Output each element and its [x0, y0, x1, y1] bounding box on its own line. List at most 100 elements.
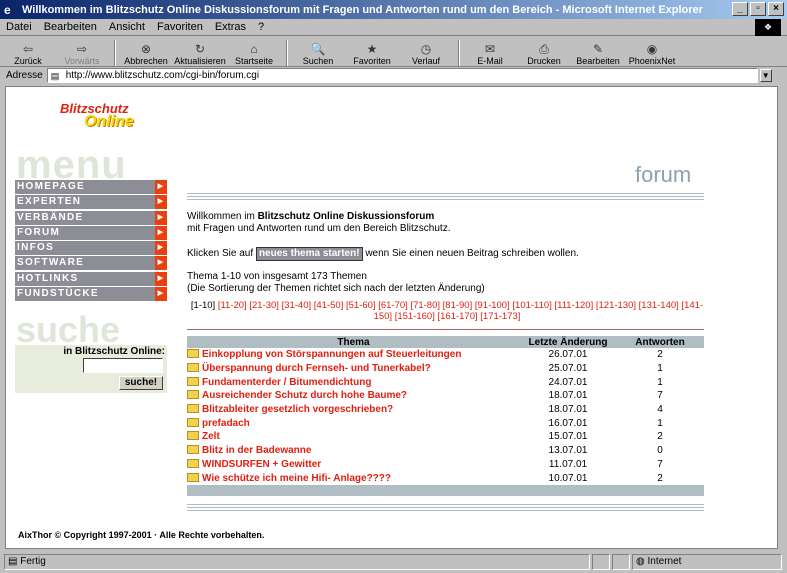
- topic-cell[interactable]: Einkopplung von Störspannungen auf Steue…: [187, 348, 520, 362]
- page-link[interactable]: [41-50]: [314, 300, 344, 311]
- page-link[interactable]: [61-70]: [378, 300, 408, 311]
- menu-help[interactable]: ?: [258, 21, 264, 33]
- toolbar-aktualisieren-button[interactable]: ↻ Aktualisieren: [174, 42, 226, 66]
- menu-favoriten[interactable]: Favoriten: [157, 21, 203, 33]
- toolbar-phoenixnet-button[interactable]: ◉ PhoenixNet: [628, 42, 676, 66]
- page-link[interactable]: [51-60]: [346, 300, 376, 311]
- topic-cell[interactable]: Blitzableiter gesetzlich vorgeschrieben?: [187, 403, 520, 417]
- table-footer: [187, 485, 704, 496]
- menu-ansicht[interactable]: Ansicht: [109, 21, 145, 33]
- nav-item-5[interactable]: SOFTWARE ▶: [15, 256, 167, 271]
- site-logo[interactable]: Blitzschutz Online: [54, 99, 164, 133]
- toolbar-e-mail-button[interactable]: ✉ E-Mail: [468, 42, 512, 66]
- status-zone-label: Internet: [647, 556, 682, 567]
- toolbar-bearbeiten-button[interactable]: ✎ Bearbeiten: [576, 42, 620, 66]
- click-pre: Klicken Sie auf: [187, 248, 254, 259]
- page-link[interactable]: [171-173]: [480, 311, 520, 322]
- arrow-right-icon: ▶: [155, 256, 167, 271]
- toolbar-vorw-rts-button[interactable]: ⇨ Vorwärts: [60, 42, 104, 66]
- toolbar-suchen-button[interactable]: 🔍 Suchen: [296, 42, 340, 66]
- topic-cell[interactable]: Überspannung durch Fernseh- und Tunerkab…: [187, 362, 520, 376]
- page-link[interactable]: [121-130]: [596, 300, 636, 311]
- toolbar-separator: [114, 40, 116, 66]
- nav-item-2[interactable]: VERBÄNDE ▶: [15, 210, 167, 225]
- topic-cell[interactable]: Wie schütze ich meine Hifi- Anlage????: [187, 471, 520, 485]
- topic-link[interactable]: Fundamenterder / Bitumendichtung: [202, 377, 371, 388]
- nav-item-1[interactable]: EXPERTEN ▶: [15, 195, 167, 210]
- topic-link[interactable]: Blitz in der Badewanne: [202, 445, 311, 456]
- date-cell: 24.07.01: [548, 376, 588, 388]
- date-cell: 26.07.01: [548, 349, 588, 361]
- toolbar-abbrechen-button[interactable]: ⊗ Abbrechen: [124, 42, 168, 66]
- answers-cell: 7: [657, 458, 663, 470]
- toolbar-verlauf-button[interactable]: ◷ Verlauf: [404, 42, 448, 66]
- nav-item-label: VERBÄNDE: [17, 211, 84, 223]
- page-link[interactable]: [81-90]: [443, 300, 473, 311]
- nav-item-0[interactable]: HOMEPAGE ▶: [15, 180, 167, 194]
- page-link[interactable]: [161-170]: [437, 311, 477, 322]
- click-post: wenn Sie einen neuen Beitrag schreiben w…: [365, 248, 579, 259]
- arrow-right-icon: ▶: [155, 225, 167, 240]
- toolbar-label: Zurück: [14, 56, 42, 66]
- arrow-right-icon: ▶: [155, 241, 167, 256]
- nav-item-3[interactable]: FORUM ▶: [15, 225, 167, 240]
- toolbar-label: Startseite: [234, 56, 274, 66]
- topic-link[interactable]: Wie schütze ich meine Hifi- Anlage????: [202, 473, 391, 484]
- topic-link[interactable]: WINDSURFEN + Gewitter: [202, 459, 321, 470]
- toolbar-drucken-button[interactable]: ⎙ Drucken: [522, 42, 566, 66]
- topic-link[interactable]: Ausreichender Schutz durch hohe Baume?: [202, 390, 407, 401]
- menu-datei[interactable]: Datei: [6, 21, 32, 33]
- page-link[interactable]: [71-80]: [410, 300, 440, 311]
- topic-link[interactable]: Einkopplung von Störspannungen auf Steue…: [202, 349, 461, 360]
- topic-cell[interactable]: Zelt: [187, 430, 520, 444]
- topic-link[interactable]: prefadach: [202, 418, 250, 429]
- new-topic-button[interactable]: neues thema starten!: [255, 247, 363, 261]
- topic-link[interactable]: Überspannung durch Fernseh- und Tunerkab…: [202, 363, 431, 374]
- close-button[interactable]: ×: [768, 2, 784, 16]
- search-button[interactable]: suche!: [119, 376, 163, 390]
- topic-link[interactable]: Blitzableiter gesetzlich vorgeschrieben?: [202, 404, 393, 415]
- menu-bar: Datei Bearbeiten Ansicht Favoriten Extra…: [0, 19, 787, 36]
- toolbar-startseite-button[interactable]: ⌂ Startseite: [232, 42, 276, 66]
- address-dropdown-button[interactable]: ▼: [759, 69, 772, 82]
- page-icon: ▤: [50, 71, 60, 81]
- topic-cell[interactable]: Fundamenterder / Bitumendichtung: [187, 375, 520, 389]
- toolbar-zur-ck-button[interactable]: ⇦ Zurück: [6, 42, 50, 66]
- nav-item-label: FUNDSTÜCKE: [17, 288, 99, 300]
- date-cell: 25.07.01: [548, 363, 588, 375]
- page-link[interactable]: [131-140]: [639, 300, 679, 311]
- page-link[interactable]: [151-160]: [395, 311, 435, 322]
- status-section: [612, 554, 630, 570]
- page-content: Blitzschutz Online menu HOMEPAGE ▶ EXPERTE…: [5, 86, 778, 549]
- status-text: Fertig: [20, 556, 46, 567]
- nav-item-7[interactable]: FUNDSTÜCKE ▶: [15, 287, 167, 302]
- page-link[interactable]: [31-40]: [282, 300, 312, 311]
- date-cell: 18.07.01: [548, 390, 588, 402]
- page-link[interactable]: [91-100]: [475, 300, 510, 311]
- toolbar-favoriten-button[interactable]: ★ Favoriten: [350, 42, 394, 66]
- address-input[interactable]: ▤ http://www.blitzschutz.com/cgi-bin/for…: [46, 68, 758, 83]
- col-antworten: Antworten: [616, 336, 704, 348]
- page-link[interactable]: [11-20]: [218, 300, 247, 311]
- topic-cell[interactable]: Ausreichender Schutz durch hohe Baume?: [187, 389, 520, 403]
- topic-cell[interactable]: prefadach: [187, 416, 520, 430]
- forum-heading: forum: [635, 162, 692, 187]
- topic-cell[interactable]: Blitz in der Badewanne: [187, 444, 520, 458]
- menu-extras[interactable]: Extras: [215, 21, 246, 33]
- menu-bearbeiten[interactable]: Bearbeiten: [44, 21, 97, 33]
- search-input[interactable]: [83, 358, 163, 373]
- nav-item-6[interactable]: HOTLINKS ▶: [15, 271, 167, 286]
- sort-note: (Die Sortierung der Themen richtet sich …: [187, 283, 485, 294]
- nav-item-label: HOTLINKS: [17, 272, 79, 284]
- page-link[interactable]: [111-120]: [554, 300, 593, 311]
- page-link[interactable]: [21-30]: [249, 300, 279, 311]
- nav-item-4[interactable]: INFOS ▶: [15, 241, 167, 256]
- maximize-button[interactable]: ▫: [750, 2, 766, 16]
- topic-cell[interactable]: WINDSURFEN + Gewitter: [187, 458, 520, 472]
- minimize-button[interactable]: _: [732, 2, 748, 16]
- intro-line2: mit Fragen und Antworten rund um den Ber…: [187, 223, 451, 234]
- page-link[interactable]: [101-110]: [512, 300, 551, 311]
- topics-table: Thema Letzte Änderung Antworten Einkoppl…: [187, 336, 704, 485]
- topic-link[interactable]: Zelt: [202, 431, 220, 442]
- toolbar-label: PhoenixNet: [628, 56, 676, 66]
